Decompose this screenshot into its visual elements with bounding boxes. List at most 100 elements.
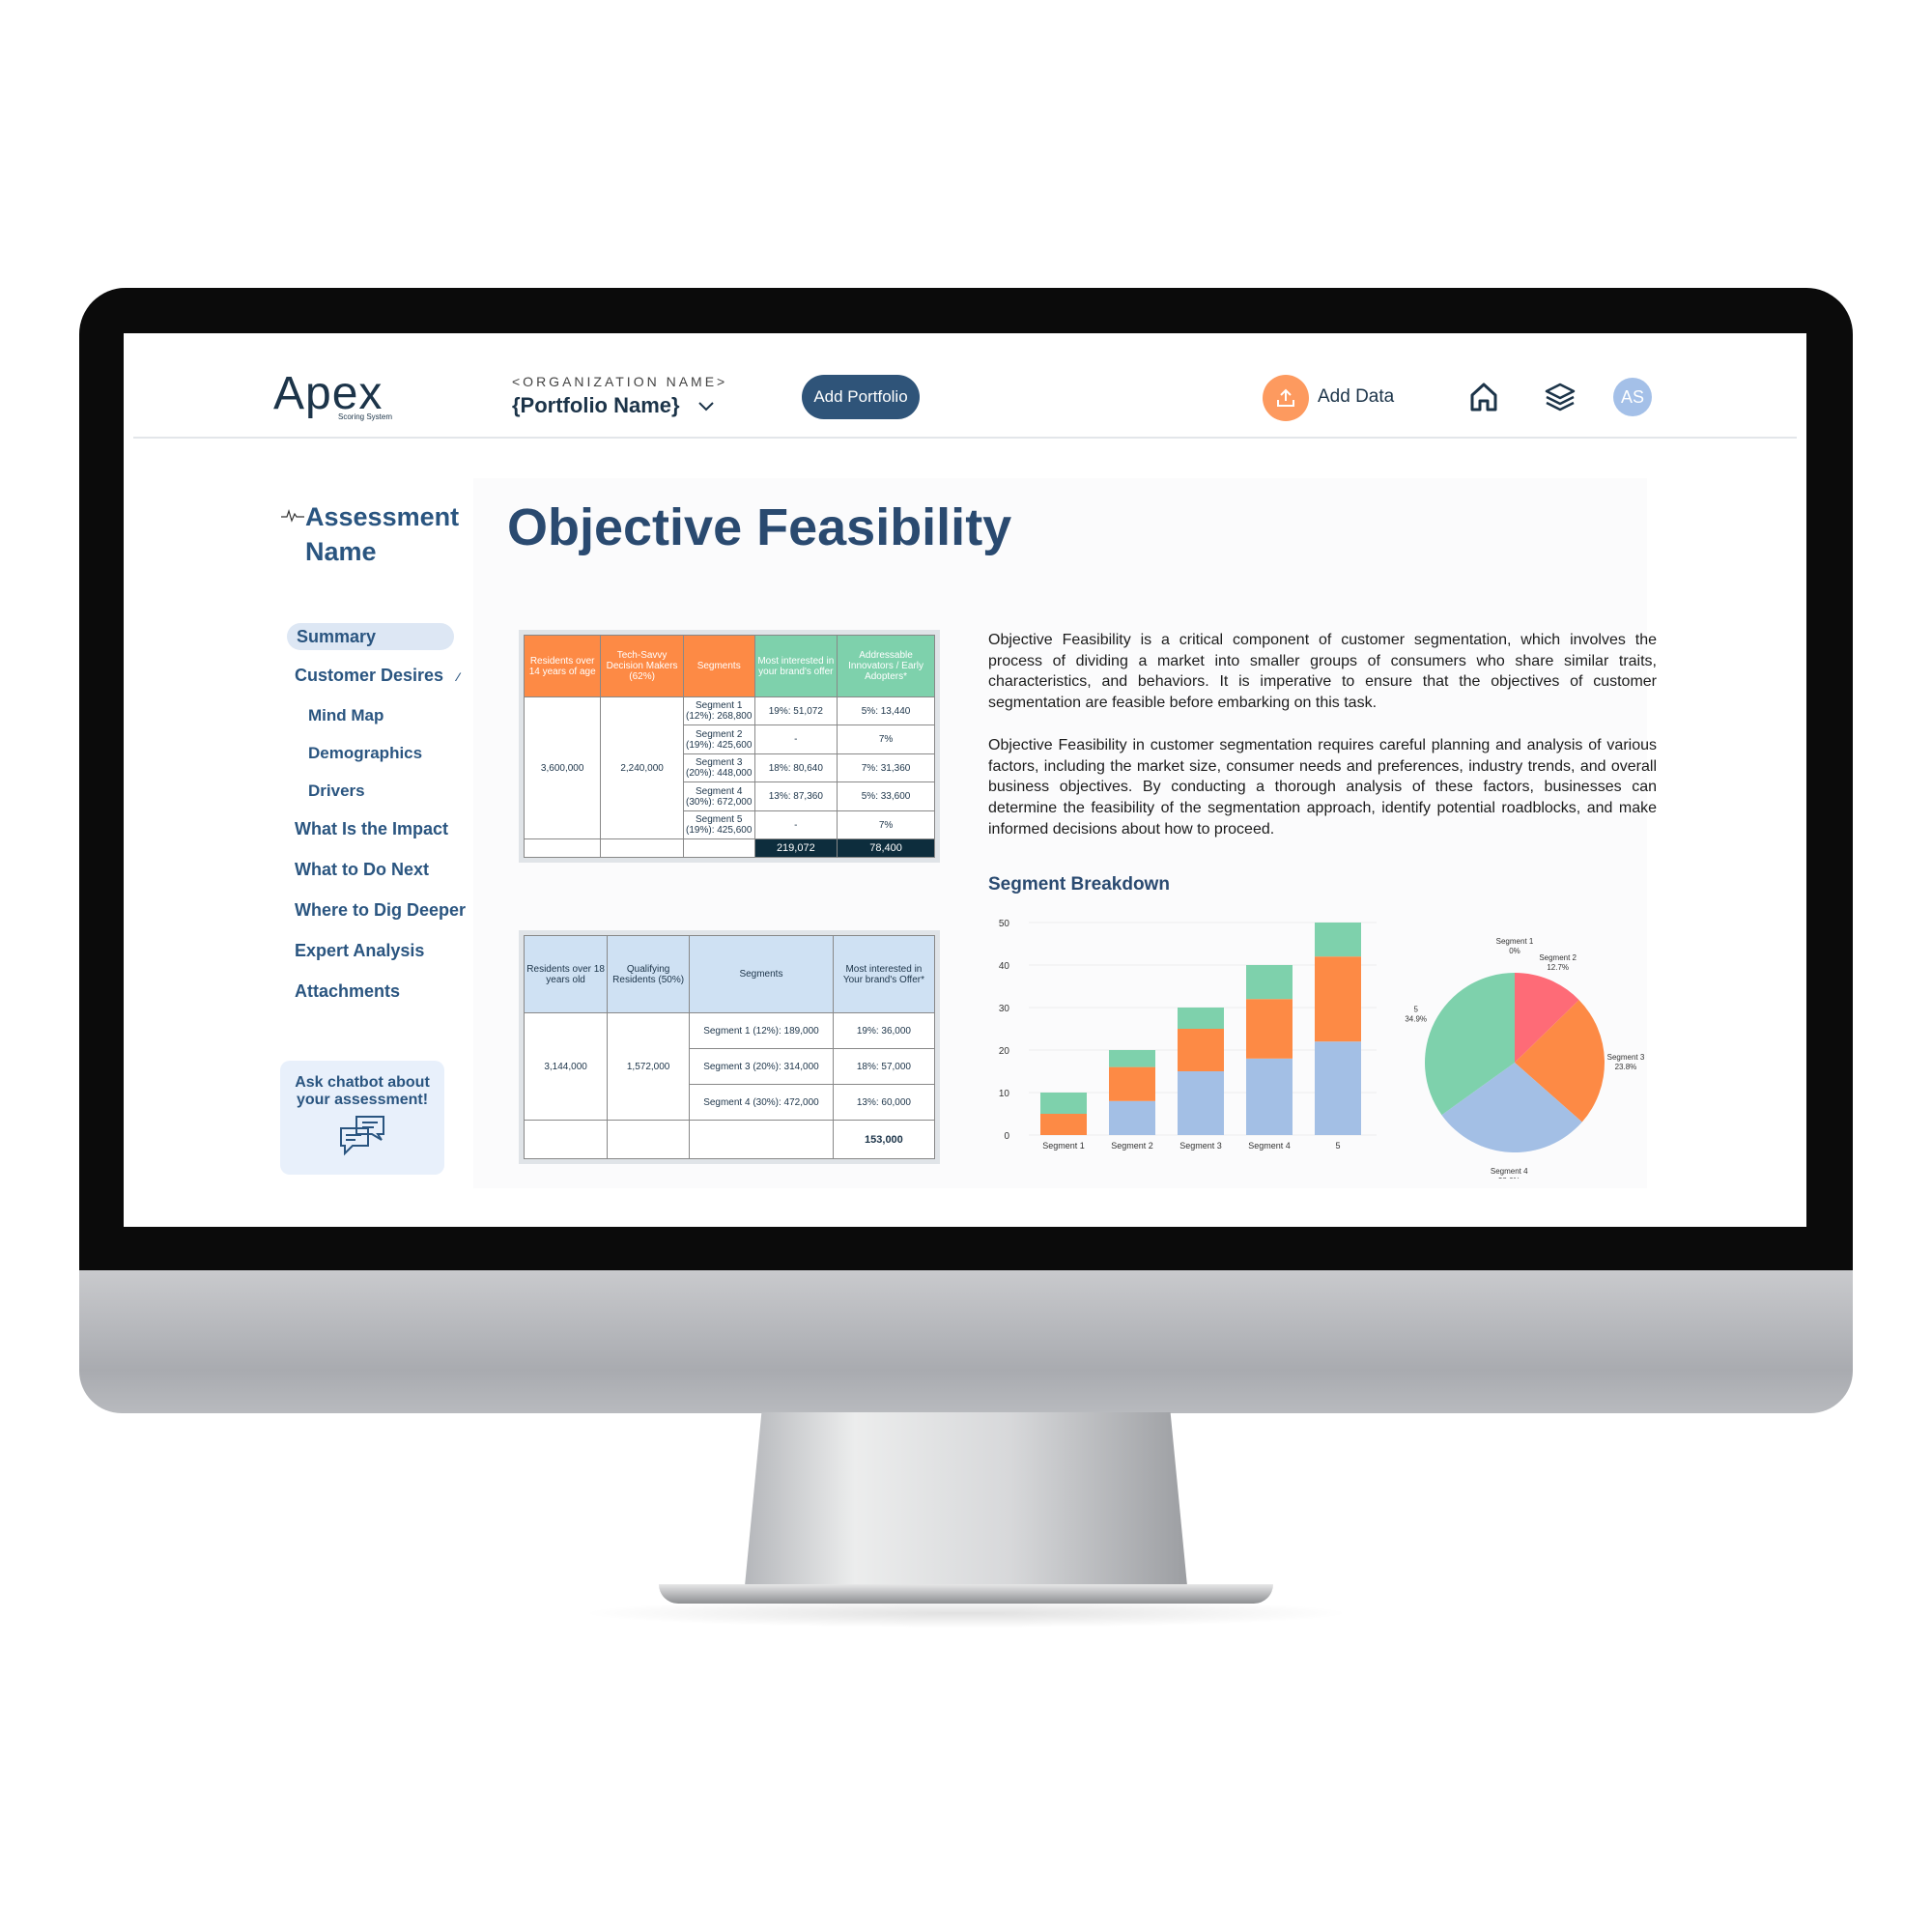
- x-tick-label: Segment 3: [1179, 1141, 1222, 1151]
- pie-label: Segment 1 0%: [1496, 937, 1534, 955]
- y-tick-label: 0: [1004, 1131, 1009, 1142]
- sidebar-item-next[interactable]: What to Do Next: [295, 860, 429, 880]
- bar-segment: [1109, 1050, 1155, 1067]
- sidebar-item-attachments[interactable]: Attachments: [295, 981, 400, 1002]
- sidebar-item-expert-analysis[interactable]: Expert Analysis: [295, 941, 424, 961]
- table-cell: 19%: 51,072: [753, 696, 838, 726]
- pie-label-percent: 34.9%: [1405, 1014, 1427, 1023]
- qualifying-cell: 1,572,000: [607, 1011, 691, 1122]
- sidebar-item-demographics[interactable]: Demographics: [308, 744, 422, 763]
- pie-label-name: Segment 2: [1539, 953, 1577, 962]
- bar-segment: [1178, 1029, 1224, 1071]
- pulse-icon: [281, 509, 304, 523]
- monitor-stand: [744, 1412, 1188, 1596]
- table-cell: 13%: 87,360: [753, 781, 838, 811]
- table-cell: Segment 2 (19%): 425,600: [682, 724, 755, 754]
- table-cell: Segment 1 (12%): 189,000: [689, 1011, 834, 1050]
- table-cell: Segment 1 (12%): 268,800: [682, 696, 755, 726]
- add-data-button[interactable]: Add Data: [1318, 386, 1394, 408]
- column-header: Residents over 18 years old: [523, 935, 609, 1013]
- sidebar-item-summary[interactable]: Summary: [287, 623, 454, 650]
- sidebar-item-customer-desires[interactable]: Customer Desires ⁄: [295, 666, 459, 686]
- pie-label-name: 5: [1413, 1005, 1418, 1013]
- x-tick-label: Segment 2: [1111, 1141, 1153, 1151]
- table-cell: 13%: 60,000: [832, 1084, 936, 1122]
- pie-label-percent: 0%: [1509, 947, 1520, 955]
- description-paragraph: Objective Feasibility is a critical comp…: [988, 632, 1657, 712]
- header-divider: [133, 437, 1797, 439]
- pie-chart: Segment 1 0% Segment 2 12.7% Segment 3 23.8% S…: [1405, 937, 1645, 1179]
- sidebar-item-dig-deeper[interactable]: Where to Dig Deeper: [295, 900, 466, 921]
- upload-icon[interactable]: [1263, 375, 1309, 421]
- y-tick-label: 10: [999, 1089, 1010, 1099]
- home-icon[interactable]: [1468, 382, 1499, 412]
- sidebar-item-drivers[interactable]: Drivers: [308, 781, 365, 801]
- bar-segment: [1178, 1008, 1224, 1029]
- page-title: Objective Feasibility: [507, 498, 1012, 556]
- segments-table-2: Residents over 18 years old Qualifying R…: [519, 930, 940, 1164]
- residents-cell: 3,144,000: [523, 1011, 609, 1122]
- pie-label: 5 34.9%: [1405, 1005, 1427, 1023]
- column-header: Qualifying Residents (50%): [607, 935, 691, 1013]
- organization-name: <ORGANIZATION NAME>: [512, 374, 728, 389]
- chevron-down-icon: [698, 402, 714, 412]
- chatbot-button[interactable]: Ask chatbot about your assessment!: [280, 1061, 444, 1175]
- sidebar-item-impact[interactable]: What Is the Impact: [295, 819, 448, 839]
- decision-makers-cell: 2,240,000: [600, 696, 684, 840]
- table-cell: Segment 3 (20%): 314,000: [689, 1048, 834, 1086]
- table-cell: -: [753, 810, 838, 840]
- column-header: Most interested in your brand's offer: [753, 635, 838, 697]
- app-screen: Apex Scoring System <ORGANIZATION NAME> …: [124, 333, 1806, 1227]
- bar-segment: [1109, 1066, 1155, 1101]
- layers-icon[interactable]: [1544, 382, 1577, 412]
- bar-segment: [1315, 956, 1361, 1042]
- total-cell: 219,072: [753, 838, 838, 858]
- table-cell: 19%: 36,000: [832, 1011, 936, 1050]
- table-cell: 18%: 80,640: [753, 753, 838, 783]
- table-cell: 7%: [837, 810, 935, 840]
- y-tick-label: 50: [999, 919, 1010, 929]
- table-cell: Segment 3 (20%): 448,000: [682, 753, 755, 783]
- bar-segment: [1246, 999, 1293, 1059]
- table-cell: 18%: 57,000: [832, 1048, 936, 1086]
- totals-row: 153,000: [523, 1120, 936, 1159]
- bar-segment: [1040, 1093, 1087, 1114]
- bar-segment: [1109, 1100, 1155, 1135]
- totals-row: 219,072 78,400: [523, 838, 935, 858]
- pie-label: Segment 3 23.8%: [1607, 1053, 1645, 1071]
- monitor-base: [659, 1584, 1273, 1604]
- add-portfolio-button[interactable]: Add Portfolio: [802, 375, 920, 419]
- logo-subtitle: Scoring System: [338, 412, 393, 421]
- residents-cell: 3,600,000: [523, 696, 602, 840]
- column-header: Segments: [682, 635, 755, 697]
- x-tick-label: Segment 1: [1042, 1141, 1085, 1151]
- table-cell: Segment 5 (19%): 425,600: [682, 810, 755, 840]
- chat-icon: [340, 1116, 384, 1156]
- bar-segment: [1040, 1114, 1087, 1135]
- bar-segment: [1315, 1041, 1361, 1135]
- table-cell: 5%: 13,440: [837, 696, 935, 726]
- y-tick-label: 20: [999, 1046, 1010, 1057]
- bar-segment: [1178, 1071, 1224, 1135]
- assessment-name: Assessment Name: [305, 502, 460, 566]
- bar-segment: [1246, 1058, 1293, 1135]
- bar-segment: [1315, 923, 1361, 957]
- section-heading: Segment Breakdown: [988, 874, 1170, 895]
- pie-label-percent: 12.7%: [1547, 963, 1569, 972]
- pie-label-name: Segment 1: [1496, 937, 1534, 946]
- column-header: Most interested in Your brand's Offer*: [832, 935, 936, 1013]
- portfolio-selector[interactable]: {Portfolio Name}: [512, 393, 715, 418]
- sidebar-item-mind-map[interactable]: Mind Map: [308, 706, 384, 725]
- column-header: Segments: [689, 935, 834, 1013]
- edit-icon[interactable]: ⁄: [457, 670, 459, 684]
- x-tick-label: Segment 4: [1248, 1141, 1291, 1151]
- portfolio-name: {Portfolio Name}: [512, 393, 680, 417]
- total-cell: 78,400: [837, 838, 935, 858]
- table-cell: Segment 4 (30%): 472,000: [689, 1084, 834, 1122]
- pie-label-percent: 28.6%: [1498, 1177, 1520, 1179]
- x-tick-label: 5: [1335, 1141, 1340, 1151]
- avatar[interactable]: AS: [1613, 378, 1652, 416]
- pie-label-name: Segment 4: [1491, 1167, 1528, 1176]
- segments-table-1: Residents over 14 years of age Tech-Savv…: [519, 630, 940, 863]
- table-row: 3,144,000 1,572,000 Segment 1 (12%): 189,0…: [523, 1011, 936, 1122]
